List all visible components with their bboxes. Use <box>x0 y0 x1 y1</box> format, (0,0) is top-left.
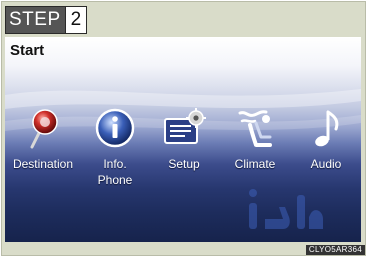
info-icon <box>95 108 135 148</box>
climate-seat-icon <box>238 110 272 147</box>
nav-screen: Start Destination Info. Phone Setup Clim… <box>5 37 361 242</box>
destination-button[interactable]: Destination <box>10 107 76 203</box>
info-phone-button[interactable]: Info. Phone <box>82 107 148 203</box>
setup-gear-icon <box>164 108 206 144</box>
step-word: STEP <box>6 7 65 33</box>
figure-code: CLYO5AR364 <box>305 245 365 255</box>
music-note-icon <box>315 110 339 147</box>
destination-pin-icon <box>30 109 58 149</box>
screen-title: Start <box>10 42 45 59</box>
setup-button[interactable]: Setup <box>151 107 217 203</box>
step-badge: STEP 2 <box>5 6 88 34</box>
audio-label: Audio <box>310 157 342 171</box>
watermark-graphic <box>249 189 323 229</box>
climate-label: Climate <box>234 157 276 171</box>
setup-label: Setup <box>168 157 200 171</box>
info-phone-label: Info. Phone <box>97 157 133 187</box>
destination-label: Destination <box>12 157 74 171</box>
step-number: 2 <box>64 7 87 33</box>
